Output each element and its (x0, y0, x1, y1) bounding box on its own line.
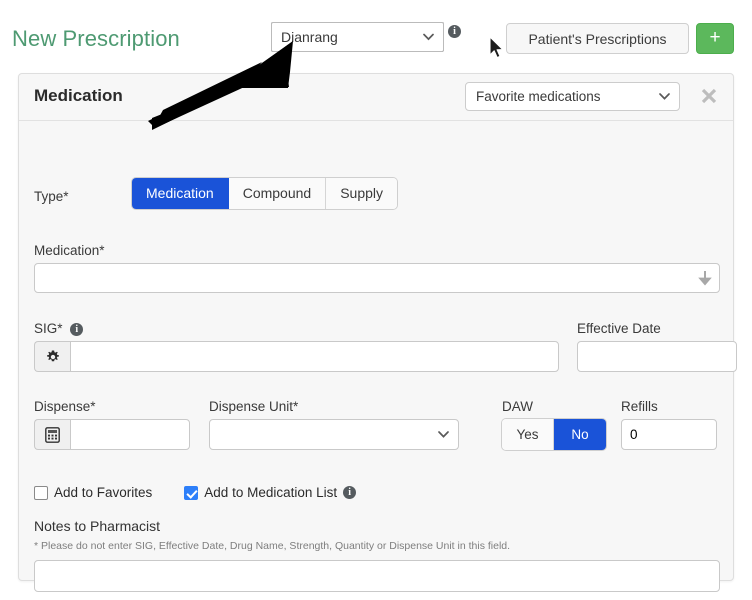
add-to-favorites-item[interactable]: Add to Favorites (34, 485, 158, 500)
info-icon[interactable]: i (70, 322, 84, 336)
favorite-medications-select[interactable]: Favorite medications (465, 82, 680, 111)
dispense-calculator-button[interactable] (34, 419, 70, 450)
daw-option-no[interactable]: No (554, 419, 606, 450)
medication-field-group: Medication* (34, 243, 720, 293)
notes-title: Notes to Pharmacist (34, 518, 161, 534)
add-to-medication-list-checkbox[interactable] (184, 485, 199, 500)
daw-label: DAW (502, 399, 533, 414)
medication-label: Medication* (34, 243, 105, 258)
mouse-cursor (489, 36, 504, 59)
dispense-input-row (34, 419, 190, 450)
type-segmented-control: Medication Compound Supply (132, 178, 398, 209)
add-prescription-button[interactable]: + (696, 23, 734, 54)
dispense-input[interactable] (70, 419, 190, 450)
daw-toggle-group: Yes No (502, 419, 606, 450)
medication-input[interactable] (34, 263, 720, 293)
panel-title: Medication (34, 86, 123, 105)
medication-panel: Medication Favorite medications Type* Me… (18, 73, 737, 592)
dispense-label: Dispense* (34, 399, 96, 414)
type-row: Type* Medication Compound Supply (19, 178, 733, 218)
effective-date-field-group: Effective Date (577, 321, 737, 372)
effective-date-input[interactable] (577, 341, 737, 372)
add-to-medication-list-label: Add to Medication List (204, 485, 338, 500)
info-icon[interactable]: i (343, 486, 357, 499)
page-header: New Prescription Dianrang i Patient's Pr… (0, 0, 752, 65)
medication-input-wrapper (34, 263, 720, 293)
new-prescription-screen: New Prescription Dianrang i Patient's Pr… (0, 0, 752, 600)
type-option-medication[interactable]: Medication (132, 178, 229, 209)
dispense-unit-wrapper (209, 419, 459, 450)
info-icon[interactable]: i (448, 25, 461, 38)
notes-input[interactable] (34, 560, 720, 592)
daw-field-group: DAW Yes No (502, 399, 606, 450)
type-label: Type* (34, 189, 69, 204)
refills-label: Refills (621, 399, 658, 414)
close-icon[interactable] (699, 86, 719, 106)
notes-field-group: Notes to Pharmacist * Please do not ente… (34, 518, 720, 592)
effective-date-label: Effective Date (577, 321, 661, 336)
refills-field-group: Refills (621, 399, 717, 450)
add-to-medication-list-item[interactable]: Add to Medication List i (184, 485, 357, 500)
daw-option-yes[interactable]: Yes (502, 419, 554, 450)
sig-label-text: SIG* (34, 321, 63, 336)
patient-select-wrapper: Dianrang (271, 22, 444, 52)
sig-input[interactable] (70, 341, 559, 372)
sig-field-group: SIG* i (34, 321, 559, 372)
add-to-favorites-label: Add to Favorites (54, 485, 153, 500)
dispense-unit-select[interactable] (209, 419, 459, 450)
dispense-unit-label: Dispense Unit* (209, 399, 299, 414)
type-option-compound[interactable]: Compound (228, 178, 327, 209)
sig-label: SIG* i (34, 321, 559, 336)
page-title: New Prescription (12, 26, 180, 51)
options-checkbox-row: Add to Favorites Add to Medication List … (34, 485, 382, 500)
sig-gear-button[interactable] (34, 341, 70, 372)
type-option-supply[interactable]: Supply (326, 178, 398, 209)
patient-select[interactable]: Dianrang (271, 22, 444, 52)
dispense-field-group: Dispense* (34, 399, 190, 450)
calculator-icon (45, 426, 60, 443)
add-to-favorites-checkbox[interactable] (34, 485, 48, 500)
favorite-medications-wrapper: Favorite medications (465, 82, 680, 111)
sig-input-row (34, 341, 559, 372)
patient-prescriptions-button[interactable]: Patient's Prescriptions (506, 23, 689, 54)
gear-icon (46, 350, 59, 361)
refills-input[interactable] (621, 419, 717, 450)
dispense-unit-field-group: Dispense Unit* (209, 399, 459, 450)
notes-hint: * Please do not enter SIG, Effective Dat… (34, 540, 511, 552)
panel-header: Medication Favorite medications (19, 74, 733, 121)
